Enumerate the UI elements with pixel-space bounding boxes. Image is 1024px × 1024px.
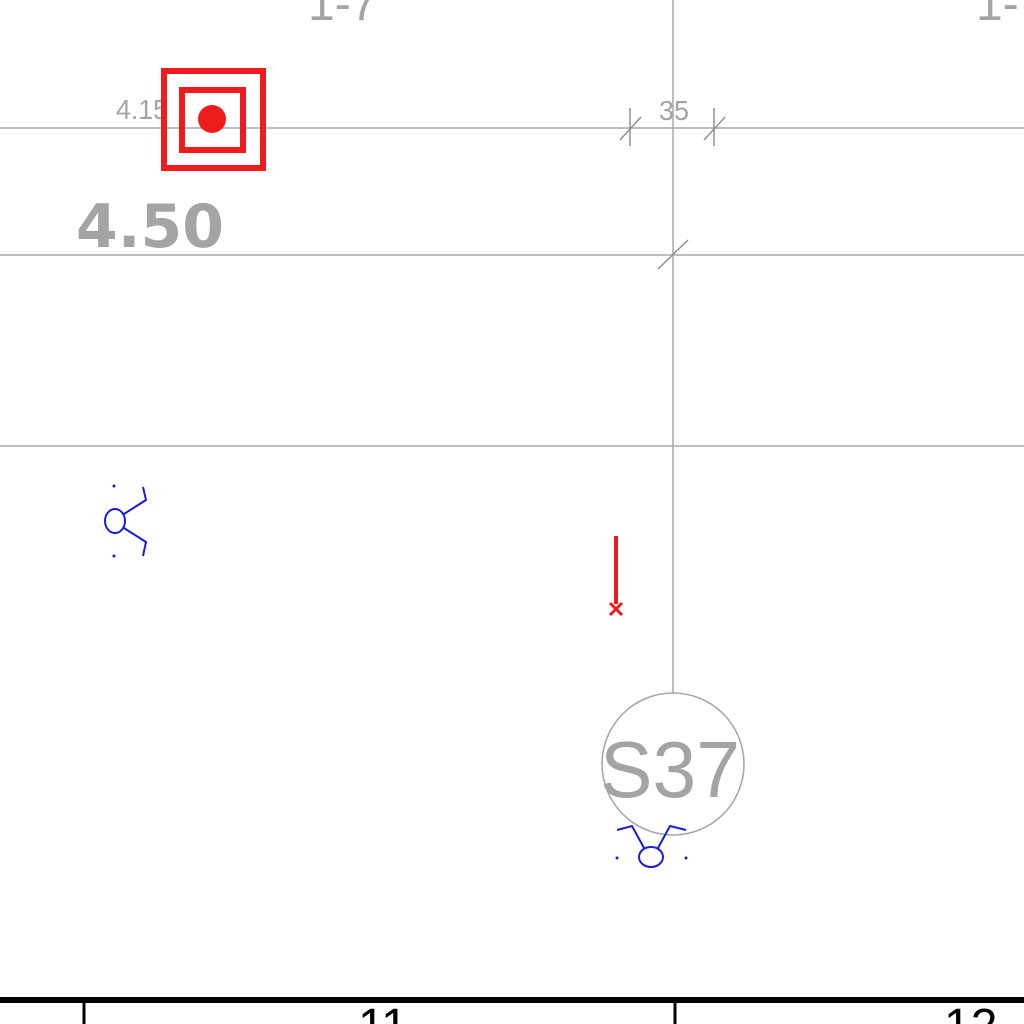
frame-number-left: 11 [358, 1000, 408, 1024]
level-label-big: 4.50 [76, 192, 224, 262]
frame-number-right: 12 [944, 1000, 997, 1024]
grid-label-top-left: 1-7 [308, 0, 377, 31]
grid-label-top-right: 1- [976, 0, 1019, 31]
drawing-frame-bottom [0, 997, 1024, 1024]
dimension-label: 35 [659, 95, 689, 126]
target-square-icon [161, 68, 266, 171]
wall-fixture-icon [104, 484, 148, 558]
plan-drawing: 1-7 1- 4.15 4.50 35 S37 [0, 0, 1024, 1024]
level-label-small: 4.15 [116, 94, 168, 125]
section-tag-label: S37 [600, 725, 740, 814]
pipe-drop-icon [608, 536, 624, 617]
